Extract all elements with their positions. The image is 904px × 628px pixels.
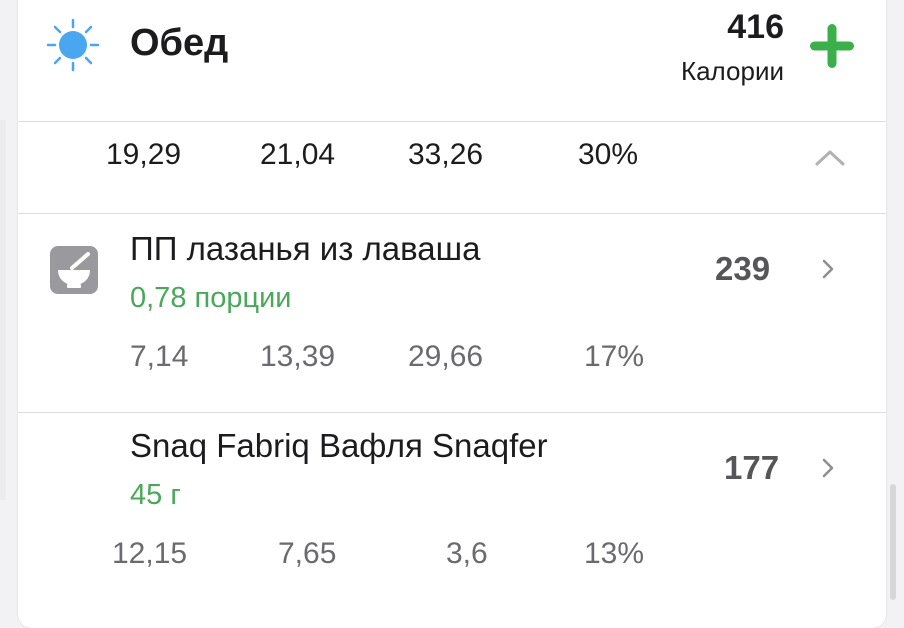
food-protein: 7,14 (130, 340, 189, 373)
sun-icon (46, 18, 100, 72)
scrollbar[interactable] (890, 484, 896, 600)
background-edge (0, 120, 6, 500)
food-portion: 45 г (130, 479, 181, 511)
food-name: Snaq Fabriq Вафля Snaqfer (130, 427, 548, 464)
chevron-right-icon (822, 259, 834, 279)
meal-title: Обед (130, 22, 229, 64)
food-name: ПП лазанья из лаваша (130, 230, 481, 267)
food-item[interactable]: Snaq Fabriq Вафля Snaqfer 45 г 177 12,15… (18, 413, 886, 613)
food-fat: 7,65 (278, 537, 337, 570)
food-calories: 177 (724, 449, 780, 486)
food-fat: 13,39 (260, 340, 336, 373)
meal-header: Обед 416 Калории (18, 0, 886, 110)
food-item[interactable]: ПП лазанья из лаваша 0,78 порции 239 7,1… (18, 214, 886, 412)
summary-protein: 19,29 (106, 138, 182, 171)
recipe-mortar-icon (50, 246, 98, 294)
calories-label: Калории (680, 56, 784, 86)
meal-macros-summary: 19,29 21,04 33,26 30% (18, 122, 886, 214)
summary-carbs: 33,26 (408, 138, 484, 171)
food-carbs: 29,66 (408, 340, 484, 373)
chevron-right-icon (822, 458, 834, 478)
food-protein: 12,15 (112, 537, 188, 570)
summary-fat: 21,04 (260, 138, 336, 171)
food-portion: 0,78 порции (130, 282, 292, 314)
summary-percent: 30% (578, 138, 639, 171)
chevron-up-icon[interactable] (814, 148, 846, 168)
meal-total-calories: 416 (727, 8, 784, 46)
food-carbs: 3,6 (446, 537, 488, 570)
food-percent: 17% (584, 340, 645, 373)
food-calories: 239 (715, 250, 771, 287)
meal-card: Обед 416 Калории 19,29 21,04 33,26 30% П… (18, 0, 886, 628)
food-percent: 13% (584, 537, 645, 570)
add-food-button[interactable] (808, 22, 856, 70)
